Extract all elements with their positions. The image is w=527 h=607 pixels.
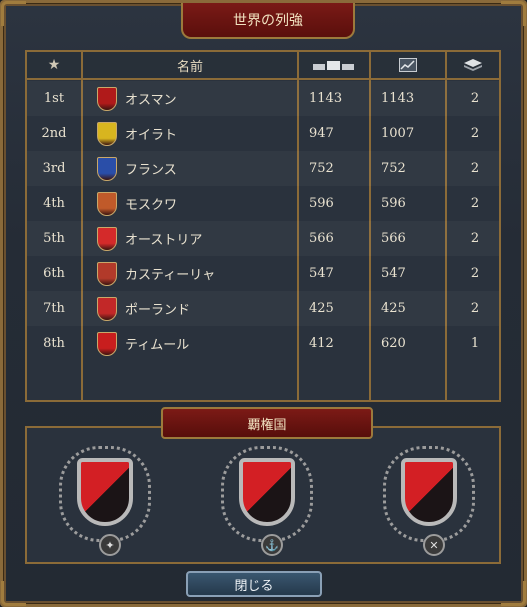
count-value: 2: [470, 196, 480, 211]
country-cell[interactable]: ティムール: [85, 326, 307, 361]
military-hegemon-slot[interactable]: ✕: [365, 442, 485, 556]
country-flag-icon: [97, 156, 117, 181]
frame-corner: [501, 581, 526, 606]
crossed-swords-badge-icon: ✕: [423, 534, 445, 556]
frame-corner: [1, 581, 26, 606]
development-value: 566: [381, 231, 406, 246]
development-value: 425: [381, 301, 406, 316]
count-value: 2: [470, 266, 480, 281]
total-power-value: 412: [309, 336, 334, 351]
country-name: フランス: [125, 163, 177, 178]
frame-corner: [501, 1, 526, 26]
country-name: モスクワ: [125, 198, 178, 213]
total-power-value: 425: [309, 301, 334, 316]
rank-cell: 2nd: [41, 126, 67, 141]
total-power-value: 596: [309, 196, 334, 211]
country-name: オーストリア: [125, 233, 203, 248]
count-value: 2: [470, 91, 480, 106]
country-name: オイラト: [125, 128, 178, 143]
country-flag-icon: [97, 226, 117, 251]
country-name: ティムール: [125, 338, 190, 353]
country-cell[interactable]: フランス: [85, 151, 307, 186]
header-name-label: 名前: [176, 59, 203, 75]
rank-cell: 6th: [43, 266, 65, 281]
total-power-value: 566: [309, 231, 334, 246]
rank-cell: 3rd: [42, 161, 66, 176]
coin-badge-icon: ✦: [99, 534, 121, 556]
empty-crest-shield: [401, 458, 457, 526]
header-count[interactable]: [447, 52, 499, 80]
development-value: 620: [381, 336, 406, 351]
country-flag-icon: [97, 121, 117, 146]
frame-corner: [1, 1, 26, 26]
table-row[interactable]: 6th カスティーリャ 547 547 2: [27, 256, 499, 291]
header-total-power[interactable]: [299, 52, 369, 80]
country-cell[interactable]: ポーランド: [85, 291, 307, 326]
total-power-value: 752: [309, 161, 334, 176]
header-name[interactable]: 名前: [83, 52, 297, 80]
naval-hegemon-slot[interactable]: ⚓: [203, 442, 323, 556]
anchor-badge-icon: ⚓: [261, 534, 283, 556]
country-name: カスティーリャ: [125, 268, 216, 283]
development-value: 1143: [381, 91, 415, 106]
table-row[interactable]: 3rd フランス 752 752 2: [27, 151, 499, 186]
table-row[interactable]: 7th ポーランド 425 425 2: [27, 291, 499, 326]
country-flag-icon: [97, 331, 117, 356]
country-cell[interactable]: オスマン: [85, 81, 307, 116]
country-cell[interactable]: カスティーリャ: [85, 256, 307, 291]
country-flag-icon: [97, 86, 117, 111]
stack-icon: [464, 59, 482, 71]
country-cell[interactable]: オーストリア: [85, 221, 307, 256]
empty-crest-shield: [239, 458, 295, 526]
rank-cell: 5th: [43, 231, 65, 246]
close-button[interactable]: 閉じる: [186, 571, 322, 597]
development-value: 752: [381, 161, 406, 176]
window-title: 世界の列強: [181, 3, 355, 39]
table-row[interactable]: 1st オスマン 1143 1143 2: [27, 81, 499, 116]
hegemony-title: 覇権国: [161, 407, 373, 439]
country-name: オスマン: [125, 93, 177, 108]
country-flag-icon: [97, 191, 117, 216]
header-rank[interactable]: ★: [27, 52, 81, 80]
total-power-value: 947: [309, 126, 334, 141]
development-value: 547: [381, 266, 406, 281]
rank-cell: 4th: [43, 196, 65, 211]
count-value: 2: [470, 126, 480, 141]
empty-crest-shield: [77, 458, 133, 526]
table-row[interactable]: 4th モスクワ 596 596 2: [27, 186, 499, 221]
country-flag-icon: [97, 296, 117, 321]
table-row[interactable]: 8th ティムール 412 620 1: [27, 326, 499, 361]
total-power-value: 1143: [309, 91, 343, 106]
country-name: ポーランド: [125, 303, 191, 318]
economic-hegemon-slot[interactable]: ✦: [41, 442, 161, 556]
trend-chart-icon: [399, 58, 417, 72]
development-value: 596: [381, 196, 406, 211]
window-frame: 世界の列強 ★ 名前 1st オスマン 1143 1143 2 2nd オイラト…: [0, 0, 527, 607]
rank-cell: 1st: [43, 91, 65, 106]
rank-cell: 8th: [43, 336, 65, 351]
power-bars-icon: [313, 61, 354, 70]
count-value: 2: [470, 161, 480, 176]
country-cell[interactable]: モスクワ: [85, 186, 307, 221]
count-value: 2: [470, 301, 480, 316]
country-cell[interactable]: オイラト: [85, 116, 307, 151]
star-icon: ★: [47, 57, 61, 73]
header-development[interactable]: [371, 52, 445, 80]
country-flag-icon: [97, 261, 117, 286]
great-powers-table: ★ 名前 1st オスマン 1143 1143 2 2nd オイラト 947 1…: [25, 50, 501, 402]
count-value: 2: [470, 231, 480, 246]
hegemony-panel: ✦ ⚓ ✕: [25, 426, 501, 564]
count-value: 1: [470, 336, 480, 351]
rank-cell: 7th: [43, 301, 65, 316]
table-row[interactable]: 2nd オイラト 947 1007 2: [27, 116, 499, 151]
table-row[interactable]: 5th オーストリア 566 566 2: [27, 221, 499, 256]
total-power-value: 547: [309, 266, 334, 281]
development-value: 1007: [381, 126, 415, 141]
